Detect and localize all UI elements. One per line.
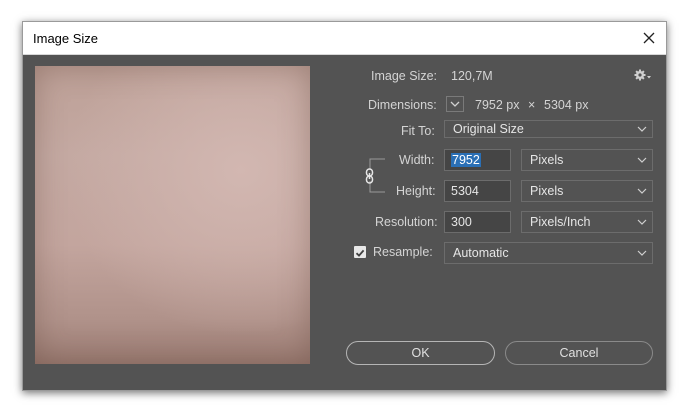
image-size-label: Image Size: xyxy=(371,69,438,83)
height-input[interactable]: 5304 xyxy=(444,180,511,202)
dimensions-label: Dimensions: xyxy=(368,98,437,112)
settings-menu-button[interactable] xyxy=(633,67,653,83)
resample-label: Resample: xyxy=(373,245,433,259)
image-size-value: 120,7M xyxy=(451,69,493,83)
resolution-value: 300 xyxy=(451,215,472,229)
height-value: 5304 xyxy=(451,184,479,198)
chevron-down-icon xyxy=(637,126,647,132)
fit-to-dropdown[interactable]: Original Size xyxy=(444,120,653,138)
gear-icon xyxy=(634,69,651,81)
resolution-unit-dropdown[interactable]: Pixels/Inch xyxy=(521,211,653,233)
chevron-down-icon xyxy=(637,188,647,194)
chevron-down-icon xyxy=(637,250,647,256)
fit-to-value: Original Size xyxy=(453,122,524,136)
cancel-button[interactable]: Cancel xyxy=(505,341,653,365)
link-chain-icon xyxy=(365,168,374,184)
image-preview[interactable] xyxy=(35,66,310,364)
width-value: 7952 xyxy=(451,153,481,167)
checkmark-icon xyxy=(355,249,365,257)
width-input[interactable]: 7952 xyxy=(444,149,511,171)
constrain-proportions-toggle[interactable] xyxy=(363,168,377,184)
fit-to-label: Fit To: xyxy=(401,124,435,138)
title-bar: Image Size xyxy=(23,22,666,55)
resolution-label: Resolution: xyxy=(375,215,438,229)
image-size-dialog: Image Size Image Size: 120,7M Dimensions… xyxy=(22,21,667,391)
chevron-down-icon xyxy=(637,219,647,225)
close-icon xyxy=(643,32,655,44)
resolution-input[interactable]: 300 xyxy=(444,211,511,233)
width-unit-dropdown[interactable]: Pixels xyxy=(521,149,653,171)
width-label: Width: xyxy=(399,153,435,167)
resolution-unit: Pixels/Inch xyxy=(530,215,591,229)
resample-checkbox[interactable] xyxy=(354,246,366,258)
dimensions-unit-dropdown[interactable] xyxy=(446,96,464,112)
height-label: Height: xyxy=(396,184,436,198)
height-unit-dropdown[interactable]: Pixels xyxy=(521,180,653,202)
height-unit: Pixels xyxy=(530,184,564,198)
resample-value: Automatic xyxy=(453,246,509,260)
ok-button[interactable]: OK xyxy=(346,341,495,365)
close-button[interactable] xyxy=(636,25,662,51)
window-title: Image Size xyxy=(33,31,99,46)
resample-dropdown[interactable]: Automatic xyxy=(444,242,653,264)
chevron-down-icon xyxy=(637,157,647,163)
chevron-down-icon xyxy=(450,101,460,107)
dimensions-width: 7952 px xyxy=(475,98,520,112)
width-unit: Pixels xyxy=(530,153,564,167)
dimensions-separator: × xyxy=(528,98,536,112)
dimensions-height: 5304 px xyxy=(544,98,589,112)
